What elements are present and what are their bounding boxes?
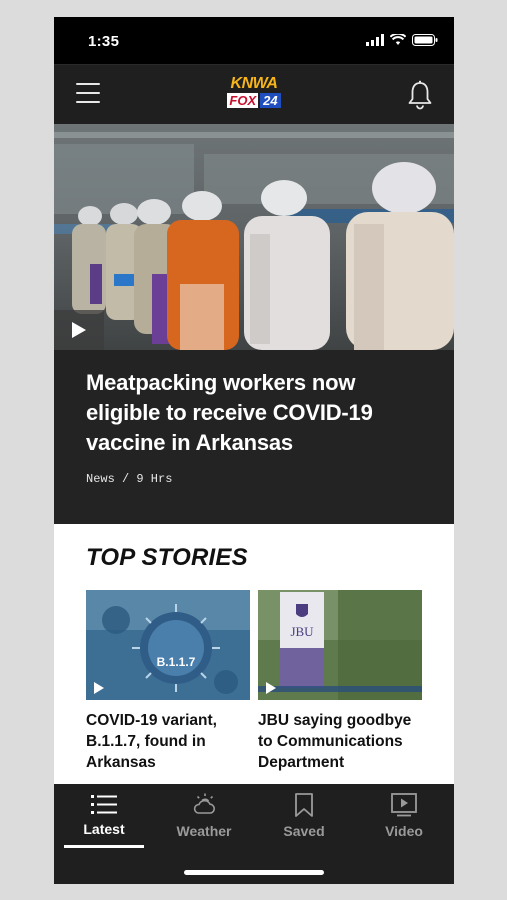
- nav-label-latest: Latest: [83, 821, 125, 837]
- hero-play-button[interactable]: [54, 310, 104, 350]
- nav-weather[interactable]: Weather: [154, 784, 254, 856]
- nav-video[interactable]: Video: [354, 784, 454, 856]
- weather-icon: [193, 793, 215, 814]
- status-time: 1:35: [88, 33, 120, 50]
- signal-icon: [366, 34, 384, 46]
- logo-fox: FOX: [227, 93, 259, 108]
- active-tab-indicator: [64, 845, 144, 848]
- play-icon: [94, 682, 104, 694]
- virus-image: B.1.1.7: [86, 590, 250, 700]
- status-icons: [366, 34, 438, 46]
- logo-knwa: KNWA: [230, 75, 278, 92]
- hero-article[interactable]: Meatpacking workers now eligible to rece…: [54, 350, 454, 524]
- hero-meta: News / 9 Hrs: [86, 472, 173, 486]
- top-stories-title: TOP STORIES: [86, 544, 248, 571]
- phone-screen: 1:35 KNWA FOX 24 Meatpacking workers now…: [54, 17, 454, 884]
- station-logo[interactable]: KNWA FOX 24: [222, 76, 286, 112]
- story-thumbnail[interactable]: JBU: [258, 590, 422, 700]
- story-title[interactable]: COVID-19 variant, B.1.1.7, found in Arka…: [86, 710, 250, 773]
- app-header: KNWA FOX 24: [54, 64, 454, 124]
- hero-image[interactable]: [54, 124, 454, 350]
- battery-icon: [412, 34, 438, 46]
- jbu-banner-image: JBU: [258, 590, 422, 700]
- notifications-button[interactable]: [406, 80, 434, 110]
- list-icon: [91, 795, 117, 814]
- play-icon: [72, 322, 86, 338]
- bookmark-icon: [295, 793, 313, 817]
- story-card-covid-variant[interactable]: B.1.1.7 COVID-19 variant, B.1.1.7, found…: [86, 590, 250, 773]
- status-bar: 1:35: [54, 17, 454, 64]
- nav-saved[interactable]: Saved: [254, 784, 354, 856]
- thumb-label-variant: B.1.1.7: [157, 655, 196, 669]
- video-icon: [391, 793, 417, 817]
- nav-label-weather: Weather: [176, 823, 232, 839]
- hero-headline[interactable]: Meatpacking workers now eligible to rece…: [86, 368, 422, 458]
- home-indicator[interactable]: [184, 870, 324, 875]
- story-card-jbu[interactable]: JBU JBU saying goodbye to Communications…: [258, 590, 422, 773]
- bottom-nav: Latest Weather Saved Video: [54, 784, 454, 884]
- top-stories-section: TOP STORIES B.1.1.7 COVID-19 variant, B.…: [54, 524, 454, 785]
- story-cards: B.1.1.7 COVID-19 variant, B.1.1.7, found…: [86, 590, 422, 773]
- hero-photo: [54, 124, 454, 350]
- play-icon: [266, 682, 276, 694]
- thumb-label-jbu: JBU: [290, 624, 314, 639]
- menu-button[interactable]: [76, 83, 100, 105]
- nav-latest[interactable]: Latest: [54, 784, 154, 856]
- logo-24: 24: [260, 93, 281, 108]
- story-thumbnail[interactable]: B.1.1.7: [86, 590, 250, 700]
- story-title[interactable]: JBU saying goodbye to Communications Dep…: [258, 710, 422, 773]
- nav-label-saved: Saved: [283, 823, 325, 839]
- menu-icon: [76, 83, 100, 85]
- nav-label-video: Video: [385, 823, 423, 839]
- wifi-icon: [390, 34, 406, 45]
- bell-icon: [408, 80, 432, 110]
